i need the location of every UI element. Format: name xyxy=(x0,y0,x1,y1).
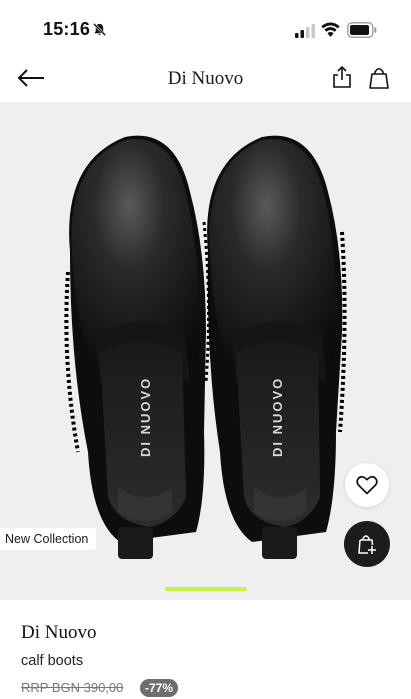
product-image: DI NUOVO DI NUOVO xyxy=(64,135,347,559)
heart-icon xyxy=(356,475,378,495)
new-collection-badge: New Collection xyxy=(0,528,97,550)
right-boot: DI NUOVO xyxy=(207,135,343,559)
shopping-bag-icon[interactable] xyxy=(368,66,390,90)
status-bar: 15:16 xyxy=(0,0,411,54)
wifi-icon xyxy=(321,22,340,37)
rrp-price: RRP BGN 390,00 xyxy=(21,680,124,695)
bag-plus-icon xyxy=(358,535,376,554)
wishlist-button[interactable] xyxy=(345,463,389,507)
product-gallery[interactable]: DI NUOVO DI NUOVO New Collection xyxy=(0,102,411,600)
cellular-signal-icon xyxy=(295,24,315,38)
carousel-indicator[interactable] xyxy=(0,587,411,593)
brand-name[interactable]: Di Nuovo xyxy=(21,622,96,644)
insole-logo-right: DI NUOVO xyxy=(270,377,285,457)
discount-badge: -77% xyxy=(140,679,179,697)
insole-logo-left: DI NUOVO xyxy=(138,377,153,457)
bell-muted-icon xyxy=(93,23,106,36)
share-icon[interactable] xyxy=(331,65,353,89)
product-name: calf boots xyxy=(21,653,84,669)
status-time: 15:16 xyxy=(43,19,91,39)
left-boot: DI NUOVO xyxy=(69,135,206,559)
product-info: Di Nuovo calf boots RRP BGN 390,00 -77% xyxy=(0,600,411,699)
battery-icon xyxy=(347,22,377,38)
carousel-active-segment xyxy=(165,587,247,591)
nav-bar: Di Nuovo xyxy=(0,54,411,102)
add-to-bag-button[interactable] xyxy=(344,521,390,567)
